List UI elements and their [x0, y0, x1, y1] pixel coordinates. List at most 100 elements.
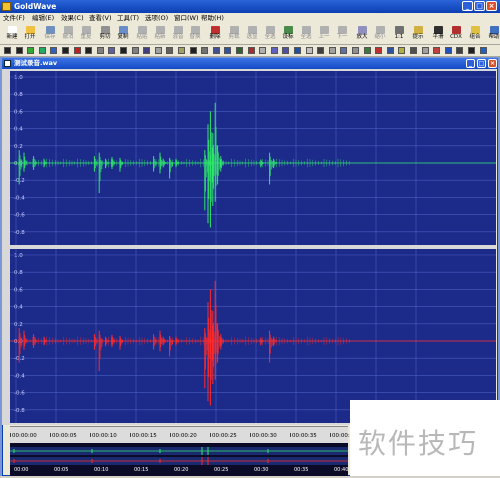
toolbar-button-23[interactable]: 平滑 — [428, 25, 448, 43]
tool-icon-12[interactable] — [143, 47, 151, 54]
toolbar-button-4[interactable]: 重复 — [76, 25, 96, 43]
toolbar-button-18[interactable]: 下一 — [332, 25, 352, 43]
tool-icon-4[interactable] — [50, 47, 58, 54]
tool-icon-23[interactable] — [270, 47, 278, 54]
maximize-button[interactable]: □ — [474, 1, 485, 11]
menu-file[interactable]: 文件(F) — [3, 13, 25, 24]
tool-icon-18[interactable] — [212, 47, 220, 54]
tool-icon-17[interactable] — [201, 47, 209, 54]
toolbar-icon-17 — [319, 26, 329, 34]
toolbar-label: 剪切 — [99, 34, 111, 40]
tool-icon-38[interactable] — [444, 47, 452, 54]
tool-icon-20[interactable] — [236, 47, 243, 54]
minimize-button[interactable]: _ — [462, 1, 473, 11]
overview-time-label: 00:25 — [214, 467, 229, 473]
toolbar-button-5[interactable]: 剪切 — [95, 25, 115, 43]
menu-edit[interactable]: 编辑(E) — [32, 13, 54, 24]
menu-tools[interactable]: 工具(T) — [117, 13, 139, 24]
close-button[interactable]: × — [486, 1, 497, 11]
waveform-display[interactable]: 1.00.80.60.40.20.0-0.2-0.4-0.6-0.81.00.8… — [2, 69, 496, 425]
tool-icon-5[interactable] — [62, 47, 69, 54]
tool-icon-28[interactable] — [328, 47, 336, 54]
toolbar-label: 设标 — [282, 34, 294, 40]
tool-icon-14[interactable] — [166, 47, 174, 54]
time-ruler[interactable]: 00:00:00 00:00:05 00:00:10 00:00:15 00:00:20… — [10, 426, 353, 443]
tool-icon-31[interactable] — [363, 47, 371, 54]
toolbar-button-24[interactable]: CDX — [446, 25, 466, 43]
tool-icon-21[interactable] — [247, 47, 255, 54]
tool-icon-22[interactable] — [259, 47, 267, 54]
toolbar-icon-12 — [229, 26, 239, 34]
tool-icon-36[interactable] — [421, 47, 429, 54]
toolbar-button-21[interactable]: 1:1 — [389, 25, 409, 43]
tool-icon-27[interactable] — [317, 47, 325, 54]
tool-icon-13[interactable] — [154, 47, 162, 54]
tool-icon-41[interactable] — [479, 47, 487, 54]
toolbar-icon-23 — [433, 26, 443, 34]
tool-icon-9[interactable] — [108, 47, 116, 54]
toolbar-button-12[interactable]: 剪裁 — [224, 25, 244, 43]
toolbar-button-19[interactable]: 放大 — [352, 25, 372, 43]
toolbar-button-8[interactable]: 粘新 — [150, 25, 170, 43]
tool-icon-26[interactable] — [305, 47, 313, 54]
tool-icon-3[interactable] — [38, 47, 46, 54]
tool-icon-30[interactable] — [352, 47, 359, 54]
menu-help[interactable]: 帮助(H) — [201, 13, 224, 24]
toolbar-icon-8 — [155, 26, 165, 34]
tool-icon-6[interactable] — [73, 47, 81, 54]
toolbar-button-2[interactable]: 保存 — [40, 25, 60, 43]
tool-icon-2[interactable] — [27, 47, 35, 54]
toolbar-button-13[interactable]: 选显 — [242, 25, 262, 43]
tool-icon-29[interactable] — [340, 47, 348, 54]
toolbar-icon-18 — [337, 26, 347, 34]
tool-icon-35[interactable] — [410, 47, 417, 54]
toolbar-button-26[interactable]: 帮助 — [484, 25, 500, 43]
document-icon — [4, 60, 11, 67]
tool-icon-11[interactable] — [131, 47, 139, 54]
tool-icon-24[interactable] — [282, 47, 290, 54]
toolbar-button-17[interactable]: 上一 — [314, 25, 334, 43]
tool-icon-32[interactable] — [375, 47, 383, 54]
toolbar-label: 提示 — [412, 34, 424, 40]
menu-view[interactable]: 查看(V) — [89, 13, 112, 24]
toolbar-button-14[interactable]: 全选 — [260, 25, 280, 43]
menu-options[interactable]: 选项(O) — [145, 13, 168, 24]
toolbar-button-20[interactable]: 缩小 — [370, 25, 390, 43]
tool-icon-39[interactable] — [456, 47, 464, 54]
toolbar-button-1[interactable]: 打开 — [20, 25, 40, 43]
doc-maximize-button[interactable]: □ — [477, 59, 486, 68]
tool-icon-7[interactable] — [85, 47, 93, 54]
y-tick-label: 0.4 — [14, 127, 23, 133]
toolbar-button-0[interactable]: 新建 — [2, 25, 22, 43]
tool-icon-15[interactable] — [178, 47, 185, 54]
toolbar-button-3[interactable]: 撤消 — [58, 25, 78, 43]
toolbar-button-11[interactable]: 删除 — [205, 25, 225, 43]
toolbar-button-15[interactable]: 设标 — [278, 25, 298, 43]
tool-icon-19[interactable] — [224, 47, 232, 54]
menu-effects[interactable]: 效果(C) — [61, 13, 84, 24]
tool-icon-16[interactable] — [189, 47, 197, 54]
toolbar-button-22[interactable]: 提示 — [408, 25, 428, 43]
menu-window[interactable]: 窗口(W) — [174, 13, 199, 24]
toolbar-button-10[interactable]: 替换 — [185, 25, 205, 43]
toolbar-label: 平滑 — [432, 34, 444, 40]
tool-icon-34[interactable] — [398, 47, 406, 54]
tool-icon-40[interactable] — [468, 47, 475, 54]
watermark: 软件技巧 — [350, 400, 500, 476]
channel-left[interactable]: 1.00.80.60.40.20.0-0.2-0.4-0.6-0.8 — [10, 71, 496, 245]
tool-icon-10[interactable] — [120, 47, 127, 54]
doc-close-button[interactable]: × — [488, 59, 497, 68]
tool-icon-37[interactable] — [433, 47, 441, 54]
tool-icon-33[interactable] — [386, 47, 394, 54]
doc-minimize-button[interactable]: _ — [466, 59, 475, 68]
toolbar-button-16[interactable]: 全选 — [296, 25, 316, 43]
tool-icon-1[interactable] — [15, 47, 23, 54]
channel-right[interactable]: 1.00.80.60.40.20.0-0.2-0.4-0.6-0.8 — [10, 249, 496, 423]
toolbar-button-7[interactable]: 粘贴 — [132, 25, 152, 43]
tool-icon-0[interactable] — [4, 47, 11, 54]
toolbar-label: 重复 — [80, 34, 92, 40]
tool-icon-8[interactable] — [96, 47, 104, 54]
toolbar-button-6[interactable]: 复制 — [113, 25, 133, 43]
toolbar-button-25[interactable]: 组合 — [465, 25, 485, 43]
tool-icon-25[interactable] — [294, 47, 301, 54]
